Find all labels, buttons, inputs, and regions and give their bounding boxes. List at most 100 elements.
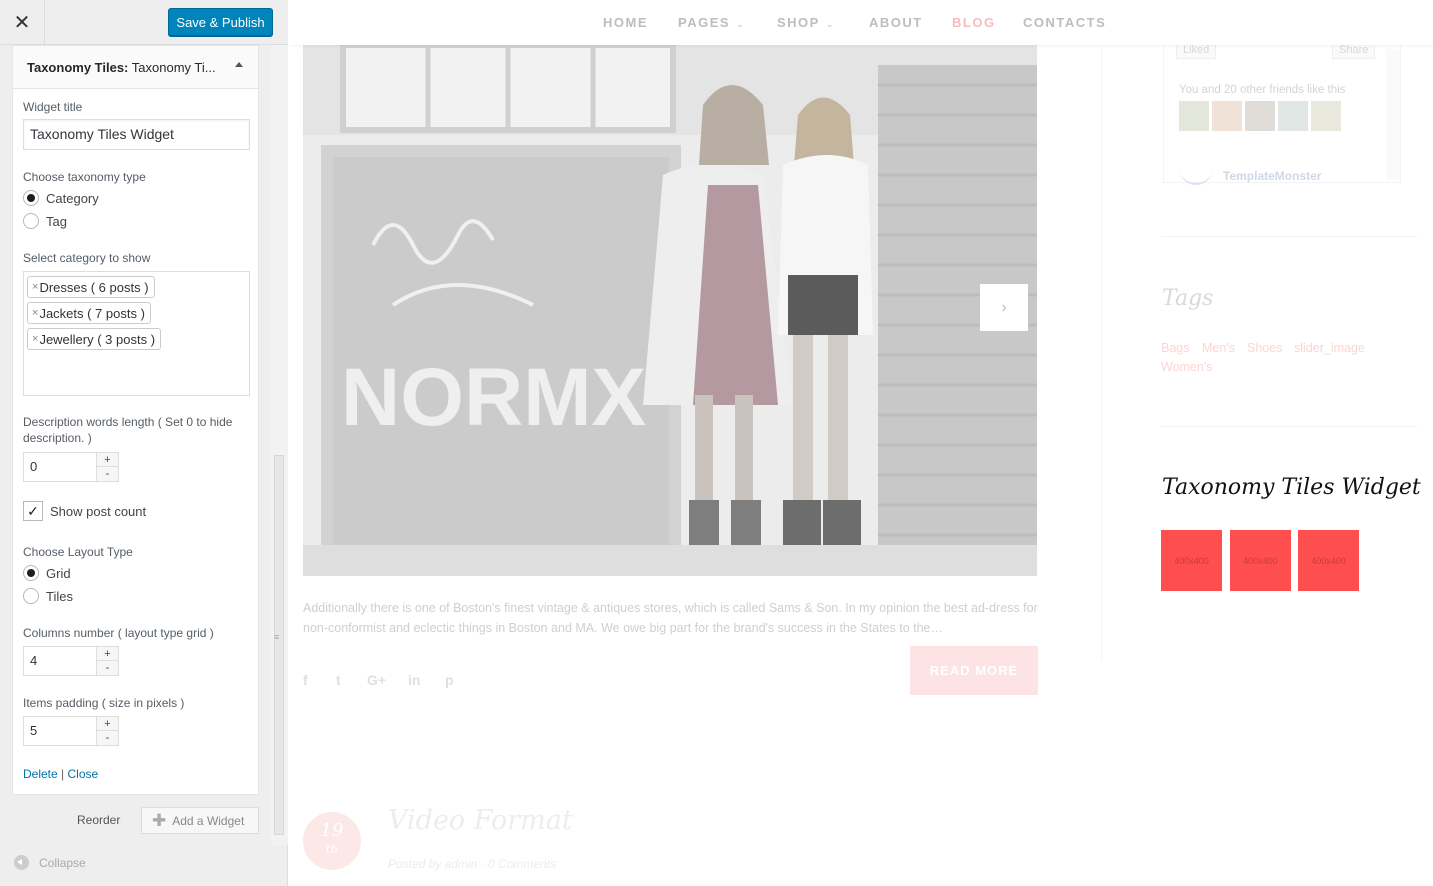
reorder-link[interactable]: Reorder xyxy=(77,813,120,827)
slider-next-button[interactable]: › xyxy=(980,284,1028,331)
nav-contacts[interactable]: CONTACTS xyxy=(1023,15,1106,30)
radio-unchecked-icon[interactable] xyxy=(23,213,39,229)
chevron-right-icon: › xyxy=(1001,298,1007,316)
checkbox-label: Show post count xyxy=(50,503,147,519)
save-publish-button[interactable]: Save & Publish xyxy=(168,8,273,36)
post-date-day: 19 xyxy=(320,820,344,841)
widget-separator xyxy=(1161,236,1417,237)
nav-pages[interactable]: PAGES ⌄ xyxy=(678,15,745,30)
linkedin-icon[interactable]: in xyxy=(408,672,420,688)
friend-avatar[interactable] xyxy=(1212,101,1242,131)
scrollbar-grip-icon: ≡ xyxy=(274,632,280,642)
checkbox-checked-icon[interactable]: ✓ xyxy=(23,501,43,521)
widget-type-label: Taxonomy Tiles: xyxy=(27,60,129,75)
tags-widget-title: Tags xyxy=(1162,286,1214,311)
pinterest-icon[interactable]: p xyxy=(445,672,454,688)
facebook-page-link[interactable]: TemplateMonster xyxy=(1179,167,1321,185)
post-featured-image[interactable]: NORMX xyxy=(303,45,1037,576)
remove-icon[interactable]: × xyxy=(32,307,38,319)
google-plus-icon[interactable]: G+ xyxy=(367,672,386,688)
increment-button[interactable]: + xyxy=(97,647,118,661)
tag-link[interactable]: Bags xyxy=(1161,341,1190,355)
widget-instance-label: Taxonomy Ti... xyxy=(131,60,216,75)
decrement-button[interactable]: - xyxy=(97,467,118,481)
add-widget-button[interactable]: ✚ Add a Widget xyxy=(141,807,259,834)
remove-icon[interactable]: × xyxy=(32,281,38,293)
friend-avatar[interactable] xyxy=(1245,101,1275,131)
tag-link[interactable]: slider_image xyxy=(1294,341,1365,355)
number-spinner: + - xyxy=(96,717,118,745)
facebook-box-scrollbar[interactable] xyxy=(1386,49,1400,179)
show-post-count-option[interactable]: ✓ Show post count xyxy=(23,501,146,521)
category-select-label: Select category to show xyxy=(23,251,151,265)
taxonomy-tag-radio[interactable]: Tag xyxy=(23,212,67,230)
number-spinner: + - xyxy=(96,647,118,675)
taxonomy-category-radio[interactable]: Category xyxy=(23,189,99,207)
chip-label: Dresses ( 6 posts ) xyxy=(39,279,149,295)
scrollbar-thumb[interactable] xyxy=(274,455,284,835)
number-value: 0 xyxy=(30,459,38,474)
taxonomy-tile[interactable]: 400x400 xyxy=(1230,530,1291,591)
facebook-like-box: Liked Share You and 20 other friends lik… xyxy=(1163,38,1401,185)
post-date-suffix: th xyxy=(325,842,339,856)
tag-link[interactable]: Women's xyxy=(1161,360,1212,374)
templatemonster-logo-icon xyxy=(1179,167,1213,185)
chevron-down-icon: ⌄ xyxy=(825,19,835,29)
site-preview: HOME PAGES ⌄ SHOP ⌄ ABOUT BLOG CONTACTS xyxy=(289,0,1433,886)
tag-link[interactable]: Men's xyxy=(1202,341,1235,355)
nav-shop[interactable]: SHOP ⌄ xyxy=(777,15,835,30)
remove-icon[interactable]: × xyxy=(32,333,38,345)
post-title[interactable]: Video Format xyxy=(388,805,573,836)
increment-button[interactable]: + xyxy=(97,717,118,731)
increment-button[interactable]: + xyxy=(97,453,118,467)
decrement-button[interactable]: - xyxy=(97,731,118,745)
widget-header-title: Taxonomy Tiles: Taxonomy Ti... xyxy=(27,60,216,75)
add-widget-label: Add a Widget xyxy=(172,813,245,828)
facebook-icon[interactable]: f xyxy=(303,672,308,688)
radio-unchecked-icon[interactable] xyxy=(23,588,39,604)
widget-title-input[interactable]: Taxonomy Tiles Widget xyxy=(23,119,250,150)
chip-label: Jackets ( 7 posts ) xyxy=(39,305,145,321)
nav-label: BLOG xyxy=(952,15,996,30)
taxonomy-tile[interactable]: 400x400 xyxy=(1298,530,1359,591)
post-meta: Posted by admin · 0 Comments xyxy=(388,857,557,871)
tag-link[interactable]: Shoes xyxy=(1247,341,1282,355)
taxonomy-tiles-widget-form: Taxonomy Tiles: Taxonomy Ti... Widget ti… xyxy=(12,45,259,795)
nav-home[interactable]: HOME xyxy=(603,15,648,30)
friend-avatar[interactable] xyxy=(1179,101,1209,131)
description-length-input[interactable]: 0 + - xyxy=(23,452,119,482)
collapse-arrow-icon[interactable] xyxy=(235,62,243,67)
category-chip-jackets: × Jackets ( 7 posts ) xyxy=(27,302,151,324)
widget-separator xyxy=(1161,426,1417,427)
layout-grid-radio[interactable]: Grid xyxy=(23,564,71,582)
delete-link[interactable]: Delete xyxy=(23,767,58,781)
nav-blog[interactable]: BLOG xyxy=(952,15,996,30)
description-length-label-cont: description. ) xyxy=(23,431,92,445)
layout-tiles-radio[interactable]: Tiles xyxy=(23,587,73,605)
number-value: 4 xyxy=(30,653,38,668)
taxonomy-tile[interactable]: 400x400 xyxy=(1161,530,1222,591)
radio-label: Category xyxy=(46,190,99,206)
close-link[interactable]: Close xyxy=(68,767,99,781)
friend-avatar[interactable] xyxy=(1278,101,1308,131)
customizer-sidebar: ✕ Save & Publish Taxonomy Tiles: Taxonom… xyxy=(0,0,288,886)
twitter-icon[interactable]: t xyxy=(336,672,341,688)
widget-header[interactable]: Taxonomy Tiles: Taxonomy Ti... xyxy=(13,46,258,89)
items-padding-input[interactable]: 5 + - xyxy=(23,716,119,746)
close-customizer-button[interactable]: ✕ xyxy=(0,0,45,45)
radio-checked-icon[interactable] xyxy=(23,565,39,581)
facebook-friends-text: You and 20 other friends like this xyxy=(1179,84,1346,96)
read-more-button[interactable]: READ MORE xyxy=(910,646,1038,695)
main-navigation: HOME PAGES ⌄ SHOP ⌄ ABOUT BLOG CONTACTS xyxy=(289,0,1433,45)
sidebar-scrollbar[interactable] xyxy=(271,45,288,845)
share-label: Share xyxy=(1339,44,1369,56)
columns-number-input[interactable]: 4 + - xyxy=(23,646,119,676)
friend-avatar[interactable] xyxy=(1311,101,1341,131)
number-spinner: + - xyxy=(96,453,118,481)
radio-label: Tiles xyxy=(46,588,73,604)
collapse-sidebar-button[interactable]: Collapse xyxy=(14,855,86,870)
radio-checked-icon[interactable] xyxy=(23,190,39,206)
category-multiselect[interactable]: × Dresses ( 6 posts ) × Jackets ( 7 post… xyxy=(23,271,250,396)
nav-about[interactable]: ABOUT xyxy=(869,15,923,30)
decrement-button[interactable]: - xyxy=(97,661,118,675)
